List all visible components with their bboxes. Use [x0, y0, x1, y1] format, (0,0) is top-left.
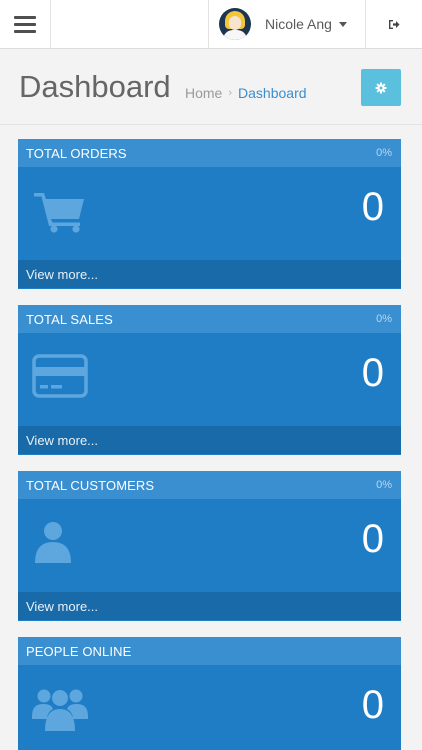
view-more-link[interactable]: View more... [26, 599, 98, 614]
card-title: TOTAL ORDERS [26, 146, 127, 161]
card-body: 0 [18, 333, 401, 426]
menu-toggle-button[interactable] [0, 0, 51, 48]
gear-icon [375, 82, 387, 93]
card-footer[interactable]: View more... [18, 260, 401, 288]
card-percent: 0% [376, 313, 392, 325]
breadcrumb-home-link[interactable]: Home [185, 85, 222, 101]
card-header: PEOPLE ONLINE [18, 637, 401, 665]
credit-card-icon [32, 354, 88, 398]
total-sales-card: TOTAL SALES 0% 0 View more... [18, 305, 401, 455]
users-icon [32, 689, 88, 731]
settings-button[interactable] [361, 69, 401, 106]
card-value: 0 [361, 351, 384, 395]
people-online-card: PEOPLE ONLINE 0 [18, 637, 401, 750]
card-title: TOTAL CUSTOMERS [26, 478, 155, 493]
total-customers-card: TOTAL CUSTOMERS 0% 0 View more... [18, 471, 401, 621]
card-value: 0 [361, 683, 384, 727]
card-footer[interactable]: View more... [18, 592, 401, 620]
card-header: TOTAL CUSTOMERS 0% [18, 471, 401, 499]
user-name: Nicole Ang [265, 16, 332, 32]
card-value: 0 [361, 517, 384, 561]
card-title: PEOPLE ONLINE [26, 644, 132, 659]
card-header: TOTAL ORDERS 0% [18, 139, 401, 167]
page-title: Dashboard [19, 69, 171, 104]
sign-out-icon [389, 19, 400, 29]
top-navbar: Nicole Ang [0, 0, 422, 49]
user-menu[interactable]: Nicole Ang [208, 0, 366, 48]
cart-icon [34, 193, 84, 233]
total-orders-card: TOTAL ORDERS 0% 0 View more... [18, 139, 401, 289]
card-value: 0 [361, 185, 384, 229]
breadcrumb-separator: › [228, 87, 233, 99]
card-body: 0 [18, 499, 401, 592]
card-percent: 0% [376, 479, 392, 491]
card-header: TOTAL SALES 0% [18, 305, 401, 333]
breadcrumb: Home › Dashboard [185, 85, 307, 101]
logout-button[interactable] [366, 0, 422, 48]
card-body: 0 [18, 167, 401, 260]
card-footer[interactable]: View more... [18, 426, 401, 454]
user-icon [35, 522, 71, 563]
avatar [219, 8, 251, 40]
view-more-link[interactable]: View more... [26, 433, 98, 448]
caret-down-icon [338, 21, 347, 27]
card-body: 0 [18, 665, 401, 750]
view-more-link[interactable]: View more... [26, 267, 98, 282]
hamburger-icon [14, 15, 36, 33]
card-percent: 0% [376, 147, 392, 159]
breadcrumb-current-link[interactable]: Dashboard [238, 85, 307, 101]
card-title: TOTAL SALES [26, 312, 113, 327]
page-header: Dashboard Home › Dashboard [0, 49, 422, 125]
